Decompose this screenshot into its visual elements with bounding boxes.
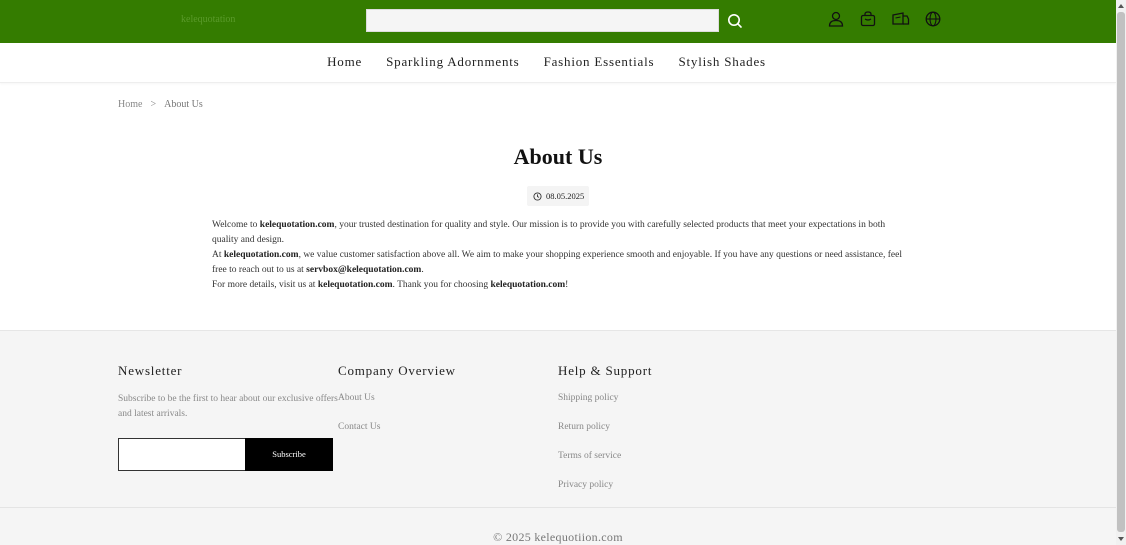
- page: kelequotation Home Sparkling Adornments …: [0, 0, 1116, 545]
- paragraph-contact: At kelequotation.com, we value customer …: [212, 248, 906, 278]
- truck-icon[interactable]: [891, 10, 910, 28]
- page-title: About Us: [513, 144, 603, 169]
- newsletter-text-line: and latest arrivals.: [118, 409, 188, 419]
- search-icon[interactable]: [726, 12, 744, 30]
- newsletter-email-input[interactable]: [118, 438, 246, 471]
- search-input[interactable]: [366, 9, 719, 32]
- site-logo[interactable]: kelequotation: [181, 14, 235, 25]
- nav-item-fashion-essentials[interactable]: Fashion Essentials: [544, 54, 655, 70]
- text: . Thank you for choosing: [392, 280, 491, 290]
- site-name: kelequotation.com: [223, 250, 299, 260]
- paragraph-details: For more details, visit us at kelequotat…: [212, 278, 906, 293]
- copyright: © 2025 kelequotiion.com: [493, 530, 623, 544]
- footer-link-contact-us[interactable]: Contact Us: [338, 422, 380, 432]
- scrollbar-thumb[interactable]: [1117, 12, 1125, 532]
- subscribe-button[interactable]: Subscribe: [245, 438, 333, 471]
- publish-date-text: 08.05.2025: [546, 191, 585, 201]
- company-overview-title: Company Overview: [338, 363, 456, 378]
- article-body: Welcome to kelequotation.com, your trust…: [212, 218, 906, 293]
- nav-list: Home Sparkling Adornments Fashion Essent…: [0, 54, 1093, 70]
- newsletter-text: Subscribe to be the first to hear about …: [118, 392, 338, 422]
- newsletter-text-line: Subscribe to be the first to hear about …: [118, 394, 338, 404]
- top-bar: kelequotation: [0, 0, 1116, 43]
- breadcrumb: Home > About Us: [118, 99, 203, 110]
- newsletter-title: Newsletter: [118, 363, 183, 378]
- user-icon[interactable]: [827, 10, 845, 28]
- site-name: kelequotation.com: [490, 280, 566, 290]
- text: At: [212, 250, 224, 260]
- paragraph-welcome: Welcome to kelequotation.com, your trust…: [212, 218, 906, 248]
- text: .: [421, 265, 424, 275]
- breadcrumb-current: About Us: [164, 99, 203, 110]
- text: Welcome to: [212, 220, 260, 230]
- publish-date: 08.05.2025: [527, 186, 589, 206]
- main-nav: Home Sparkling Adornments Fashion Essent…: [0, 43, 1116, 83]
- breadcrumb-separator: >: [150, 99, 157, 110]
- footer-link-terms-of-service[interactable]: Terms of service: [558, 451, 621, 461]
- support-email[interactable]: servbox@kelequotation.com: [306, 265, 421, 275]
- globe-icon[interactable]: [924, 10, 942, 28]
- footer-link-about-us[interactable]: About Us: [338, 393, 375, 403]
- text: !: [565, 280, 569, 290]
- breadcrumb-home[interactable]: Home: [118, 99, 142, 110]
- clock-icon: [533, 192, 542, 201]
- footer-link-privacy-policy[interactable]: Privacy policy: [558, 480, 613, 490]
- site-name: kelequotation.com: [317, 280, 393, 290]
- footer-link-shipping-policy[interactable]: Shipping policy: [558, 393, 618, 403]
- scroll-down-arrow-icon[interactable]: [1117, 535, 1125, 543]
- nav-item-sparkling-adornments[interactable]: Sparkling Adornments: [386, 54, 519, 70]
- scroll-up-arrow-icon[interactable]: [1117, 2, 1125, 10]
- footer-divider: [0, 507, 1116, 508]
- bag-icon[interactable]: [859, 10, 877, 28]
- nav-item-home[interactable]: Home: [327, 54, 362, 70]
- footer: Newsletter Subscribe to be the first to …: [0, 330, 1116, 545]
- text: For more details, visit us at: [212, 280, 318, 290]
- site-name: kelequotation.com: [259, 220, 335, 230]
- nav-item-stylish-shades[interactable]: Stylish Shades: [678, 54, 765, 70]
- help-support-title: Help & Support: [558, 363, 653, 378]
- footer-link-return-policy[interactable]: Return policy: [558, 422, 610, 432]
